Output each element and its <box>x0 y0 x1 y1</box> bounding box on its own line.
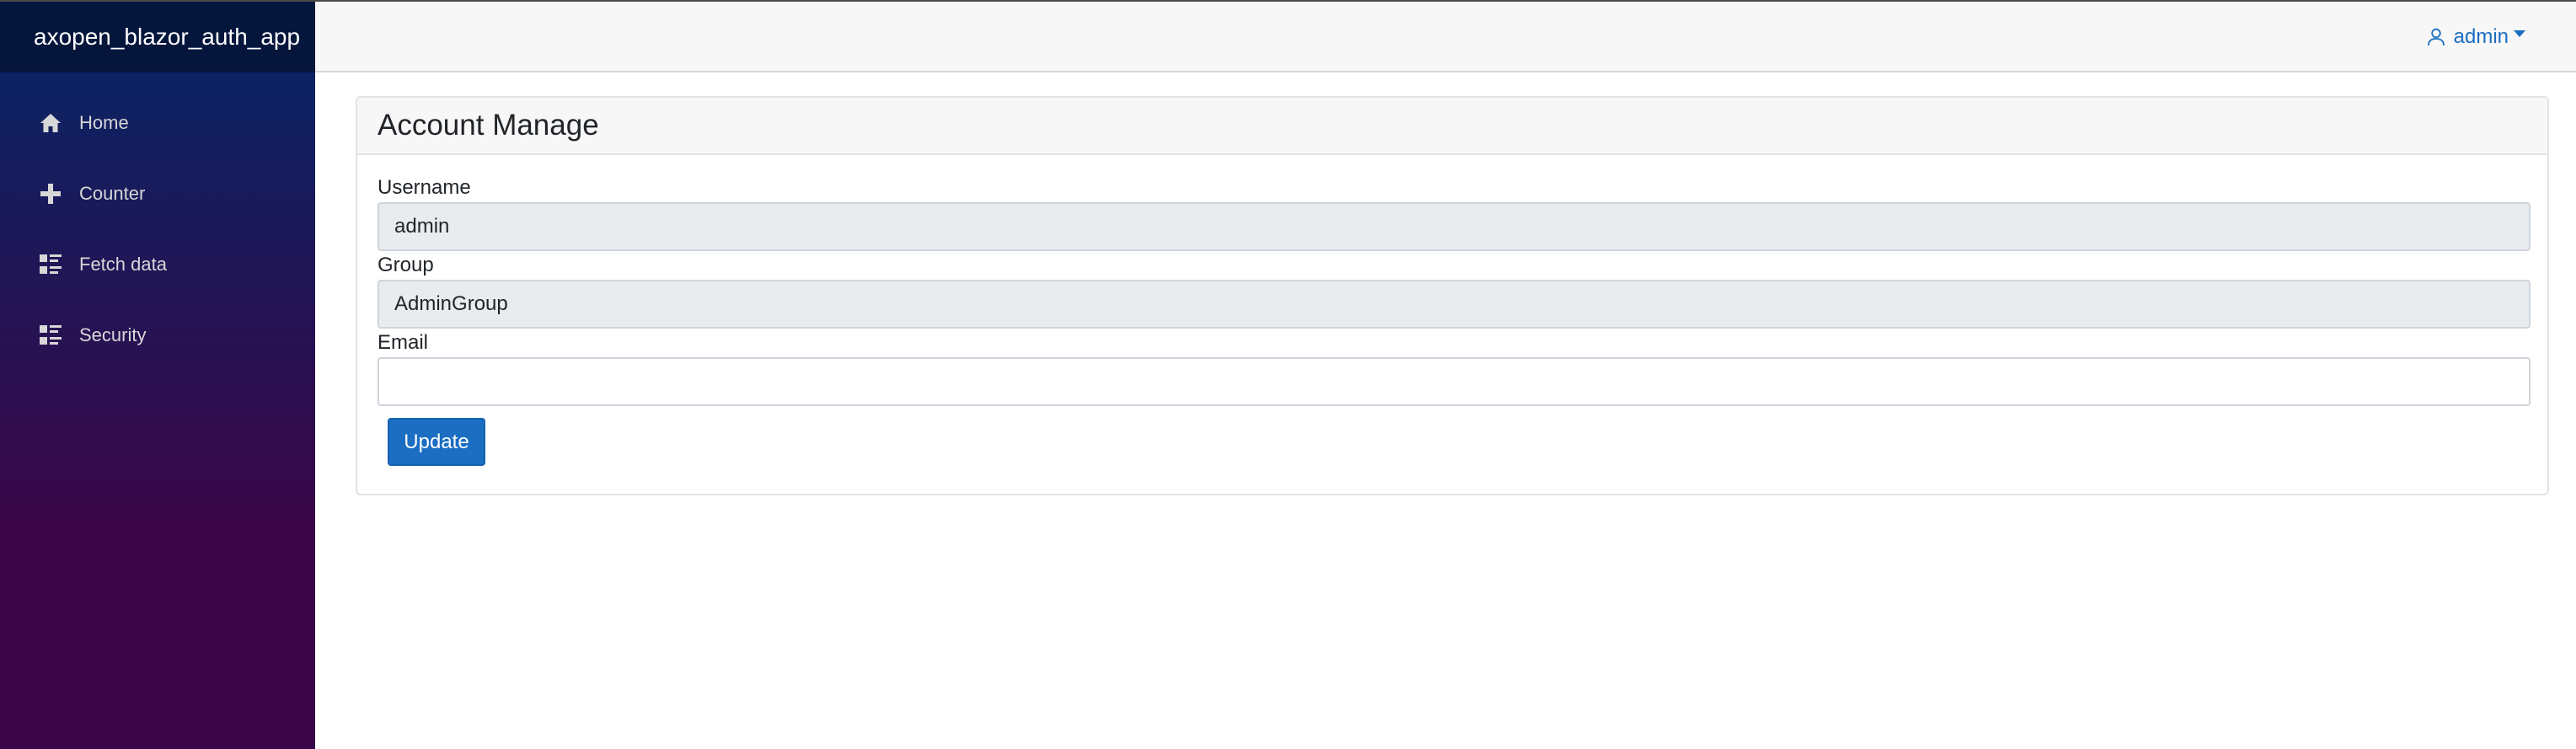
group-group: Group <box>378 253 2530 329</box>
sidebar-item-security[interactable]: Security <box>0 300 315 371</box>
group-field[interactable] <box>378 280 2530 329</box>
sidebar: axopen_blazor_auth_app Home Counter Fetc… <box>0 2 315 749</box>
card-header: Account Manage <box>357 98 2547 155</box>
sidebar-item-counter[interactable]: Counter <box>0 158 315 229</box>
sidebar-item-label: Home <box>79 112 129 133</box>
email-group: Email <box>378 330 2530 406</box>
sidebar-item-home[interactable]: Home <box>0 88 315 158</box>
app-root: axopen_blazor_auth_app Home Counter Fetc… <box>0 0 2576 749</box>
sidebar-header: axopen_blazor_auth_app <box>0 2 315 72</box>
username-field[interactable] <box>378 202 2530 251</box>
page-title: Account Manage <box>378 109 599 142</box>
chevron-down-icon <box>2514 30 2525 37</box>
sidebar-item-label: Security <box>79 324 147 345</box>
update-button[interactable]: Update <box>388 418 485 466</box>
sidebar-item-label: Fetch data <box>79 254 167 275</box>
user-menu-toggle[interactable]: admin <box>2427 25 2525 49</box>
sidebar-item-fetch-data[interactable]: Fetch data <box>0 229 315 300</box>
email-label: Email <box>378 331 429 354</box>
sidebar-nav: Home Counter Fetch data Security <box>0 72 315 371</box>
top-row: admin <box>315 2 2576 72</box>
home-icon <box>39 111 62 135</box>
account-form: Username Group Email Update <box>357 155 2547 466</box>
group-label: Group <box>378 254 434 276</box>
list-rich-icon <box>39 324 62 347</box>
email-field[interactable] <box>378 357 2530 406</box>
sidebar-item-label: Counter <box>79 183 146 204</box>
plus-icon <box>39 182 62 206</box>
user-menu-label: admin <box>2453 25 2509 48</box>
account-card: Account Manage Username Group Email Upda… <box>356 96 2549 495</box>
person-icon <box>2427 28 2445 46</box>
username-group: Username <box>378 175 2530 251</box>
username-label: Username <box>378 176 471 199</box>
brand-link[interactable]: axopen_blazor_auth_app <box>34 24 300 51</box>
list-rich-icon <box>39 253 62 276</box>
